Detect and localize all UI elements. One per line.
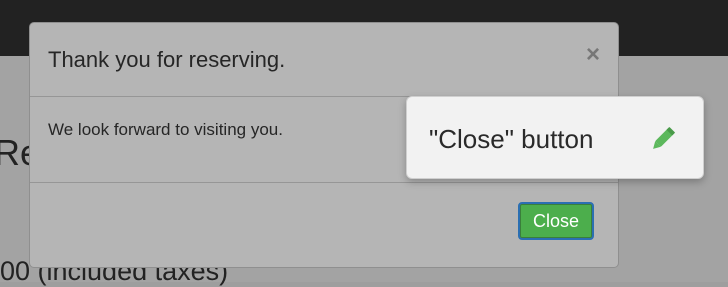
close-button[interactable]: Close bbox=[518, 202, 594, 240]
modal-title: Thank you for reserving. bbox=[48, 47, 286, 72]
pencil-icon[interactable] bbox=[647, 123, 679, 155]
element-label-tooltip: "Close" button bbox=[406, 96, 704, 179]
modal-body-text: We look forward to visiting you. bbox=[48, 120, 283, 139]
modal-footer: Close bbox=[30, 183, 618, 267]
modal-header: Thank you for reserving. × bbox=[30, 23, 618, 97]
close-icon[interactable]: × bbox=[586, 43, 600, 67]
tooltip-text: "Close" button bbox=[429, 124, 594, 154]
